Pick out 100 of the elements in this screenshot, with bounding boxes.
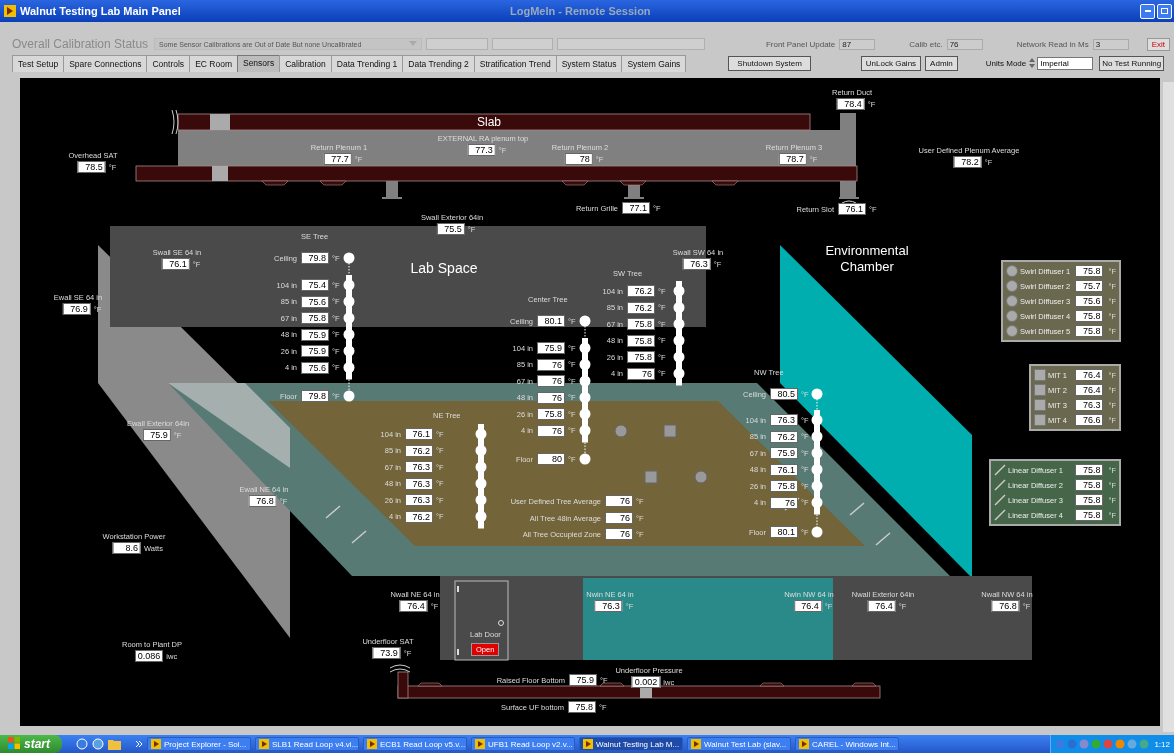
square-icon (1034, 384, 1046, 396)
test-status-button[interactable]: No Test Running (1099, 55, 1165, 71)
diffuser-shape (417, 682, 443, 687)
diffuser-icon (614, 424, 628, 438)
value-field: 76 (537, 375, 565, 387)
diffuser-shape (319, 180, 347, 186)
taskbar-button[interactable]: Project Explorer - Sol... (147, 737, 251, 751)
value-field: 80 (537, 453, 565, 465)
tab[interactable]: Test Setup (12, 54, 65, 72)
indicator-field: 3 (1092, 38, 1129, 50)
slash-icon (994, 494, 1006, 506)
tray-icon[interactable] (1067, 739, 1078, 749)
app-icon (799, 739, 809, 749)
restore-button[interactable] (1157, 3, 1172, 19)
value-field: 78.4 (836, 98, 865, 110)
unlock-gains-button[interactable]: UnLock Gains (860, 55, 922, 71)
tray-icon[interactable] (1103, 739, 1114, 749)
diffuser-shape (561, 180, 589, 186)
value-field: 8.6 (113, 542, 142, 554)
value-field: 76 (537, 358, 565, 371)
value-field: 80.5 (770, 388, 798, 400)
value-field: 79.8 (301, 390, 329, 402)
tab[interactable]: Sensors (236, 54, 281, 72)
tray-icon[interactable] (1079, 739, 1090, 749)
tab[interactable]: Data Trending 2 (402, 54, 475, 72)
value-field: 76.3 (1075, 399, 1104, 411)
value-field: 76 (627, 367, 655, 380)
value-field: 75.8 (1075, 479, 1104, 491)
value-field: 76.9 (62, 303, 91, 315)
diffuser-shape (261, 180, 289, 186)
diffuser-mark (351, 530, 367, 544)
app-icon (259, 739, 269, 749)
value-field: 76.3 (682, 258, 711, 270)
minimize-button[interactable] (1140, 3, 1155, 19)
value-field: 76.3 (405, 494, 433, 506)
tray-icon[interactable] (1055, 739, 1066, 749)
circle-icon (1006, 325, 1018, 337)
value-field: 76.1 (161, 258, 190, 270)
value-field: 75.8 (537, 408, 565, 420)
value-field: 76.8 (991, 600, 1020, 612)
value-field: 75.8 (1075, 464, 1104, 476)
diffuser-icon (644, 470, 658, 484)
square-icon (1034, 414, 1046, 426)
taskbar-button[interactable]: CAREL - Windows Int... (795, 737, 899, 751)
value-field: 75.9 (770, 447, 798, 459)
chevron-icon[interactable] (135, 740, 143, 748)
exit-button[interactable]: Exit (1146, 37, 1170, 51)
tab[interactable]: Stratification Trend (473, 54, 557, 72)
value-field: 76 (605, 495, 633, 507)
tab[interactable]: Calibration (279, 54, 332, 72)
value-field: 75.8 (770, 480, 798, 492)
tab[interactable]: EC Room (189, 54, 238, 72)
value-field: 79.8 (301, 252, 329, 264)
taskbar-button[interactable]: Walnut Test Lab (slav... (687, 737, 791, 751)
shutdown-button[interactable]: Shutdown System (728, 55, 811, 71)
value-field: 0.086 (134, 650, 164, 662)
tray-icon[interactable] (1139, 739, 1150, 749)
taskbar-button[interactable]: ECB1 Read Loop v5.v... (363, 737, 467, 751)
value-field: 75.8 (1075, 310, 1104, 322)
tab[interactable]: System Gains (621, 54, 687, 72)
scroll-bar[interactable] (1163, 82, 1174, 732)
value-field: 75.8 (627, 318, 655, 330)
value-field: 77.7 (323, 153, 352, 165)
diffuser-mark (875, 532, 891, 546)
value-field: 76.3 (770, 414, 798, 426)
taskbar-button[interactable]: UFB1 Read Loop v2.v... (471, 737, 575, 751)
tab[interactable]: System Status (555, 54, 623, 72)
circle-icon (1006, 310, 1018, 322)
folder-icon[interactable] (108, 738, 121, 750)
tab[interactable]: Spare Connections (63, 54, 148, 72)
value-field: 75.9 (569, 674, 597, 686)
window-title: Walnut Testing Lab Main Panel (20, 5, 181, 17)
indicator-field: 76 (946, 38, 983, 50)
diffuser-shape (711, 180, 739, 186)
value-field: 75.8 (627, 351, 655, 363)
app-icon (367, 739, 377, 749)
value-field: 75.8 (1075, 325, 1104, 337)
tab[interactable]: Data Trending 1 (330, 54, 404, 72)
value-field: 75.9 (301, 345, 329, 357)
tray-icon[interactable] (1091, 739, 1102, 749)
admin-button[interactable]: Admin (925, 55, 958, 71)
clock-text: 1:12 (1154, 739, 1170, 749)
taskbar-button[interactable]: SLB1 Read Loop v4.vi... (255, 737, 359, 751)
units-mode-field[interactable]: Imperial (1037, 56, 1094, 70)
tray-icon[interactable] (1127, 739, 1138, 749)
value-field: 75.7 (1075, 280, 1104, 292)
value-field: 76.8 (248, 495, 277, 507)
tab[interactable]: Controls (146, 54, 191, 72)
diffuser-mark (849, 502, 865, 516)
port-icon (212, 166, 228, 181)
value-field: 80.1 (537, 315, 565, 327)
value-field: 77.1 (622, 202, 650, 214)
zone-label: Lab Space (410, 260, 478, 276)
value-field: 76.4 (1075, 369, 1104, 381)
value-field: 73.9 (372, 647, 401, 659)
app-icon (151, 739, 161, 749)
value-field: 75.8 (568, 701, 596, 713)
tray-icon[interactable] (1115, 739, 1126, 749)
taskbar-button[interactable]: Walnut Testing Lab M... (579, 737, 683, 751)
zone-label: Slab (477, 115, 501, 129)
